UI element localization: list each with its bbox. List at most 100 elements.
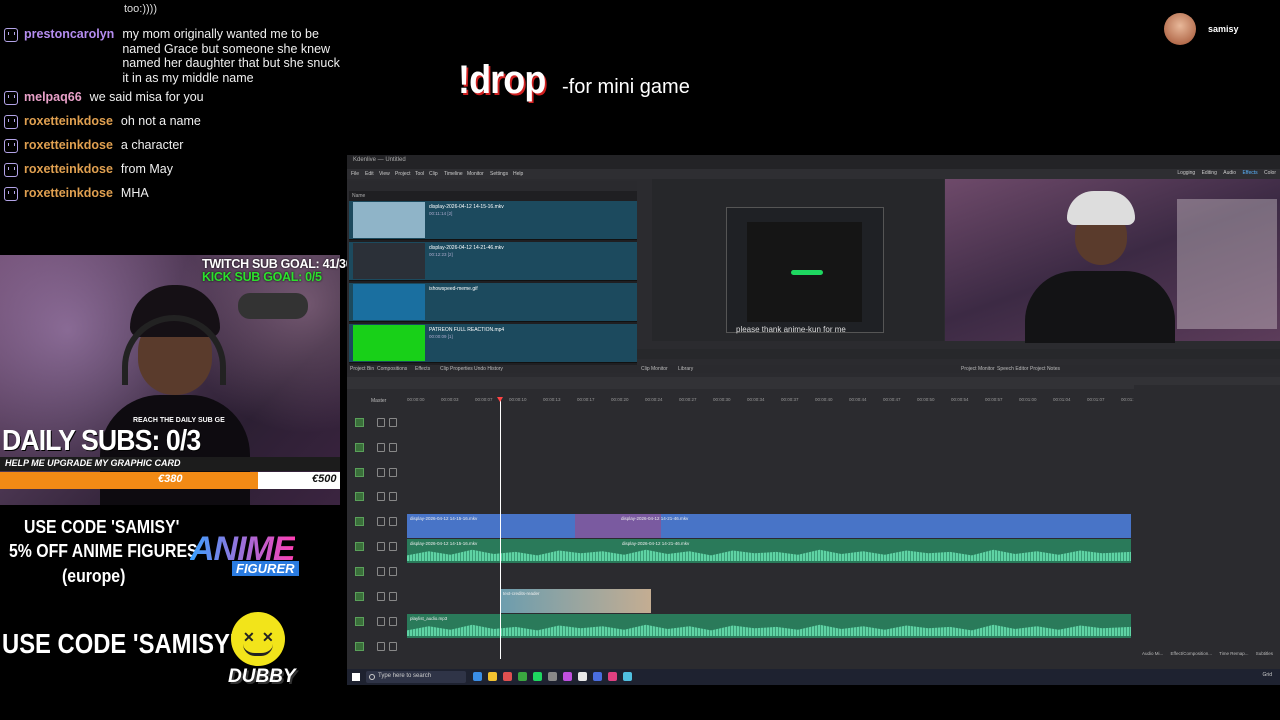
workspace-editing[interactable]: Editing: [1202, 170, 1217, 176]
tab-subtitles[interactable]: Subtitles: [1256, 651, 1273, 656]
monitor-transport-controls[interactable]: [637, 349, 1280, 359]
chat-message: roxetteinkdose a character: [4, 138, 342, 153]
menu-help[interactable]: Help: [513, 171, 523, 177]
monitor-preview: [726, 207, 884, 333]
workspace-audio[interactable]: Audio: [1223, 170, 1236, 176]
subscriber-badge-icon: [4, 91, 18, 105]
clip-thumbnail: [353, 284, 425, 320]
menu-settings[interactable]: Settings: [490, 171, 508, 177]
track-header[interactable]: [353, 513, 403, 531]
taskbar-app-icon[interactable]: [518, 672, 527, 681]
tab-compositions[interactable]: Compositions: [377, 366, 407, 372]
chat-username[interactable]: prestoncarolyn: [24, 27, 114, 85]
menu-project[interactable]: Project: [395, 171, 411, 177]
chat-username[interactable]: roxetteinkdose: [24, 114, 113, 129]
panel-tabs: Project Bin Compositions Effects Clip Pr…: [347, 365, 1280, 373]
track-header[interactable]: [353, 638, 403, 656]
ruler-tick-label: 00:00:03: [441, 397, 459, 402]
menu-timeline[interactable]: Timeline: [444, 171, 463, 177]
track-header[interactable]: [353, 588, 403, 606]
bin-column-header[interactable]: Name: [349, 193, 365, 199]
menu-monitor[interactable]: Monitor: [467, 171, 484, 177]
taskbar-app-icon[interactable]: [473, 672, 482, 681]
taskbar-search[interactable]: Type here to search: [366, 671, 466, 683]
subscriber-badge-icon: [4, 187, 18, 201]
tab-library[interactable]: Library: [678, 366, 693, 372]
upgrade-label: HELP ME UPGRADE MY GRAPHIC CARD: [5, 458, 181, 468]
chat-username[interactable]: roxetteinkdose: [24, 186, 113, 201]
system-tray[interactable]: Grid: [1263, 672, 1272, 678]
taskbar-app-icon[interactable]: [623, 672, 632, 681]
tab-effects[interactable]: Effects: [415, 366, 430, 372]
timeline-playhead[interactable]: [497, 397, 503, 659]
video-clip[interactable]: display-2026-04-12 14-21-46.mkv: [575, 514, 688, 538]
subscriber-badge-icon: [4, 163, 18, 177]
tab-audio-mixer[interactable]: Audio Mi...: [1142, 651, 1163, 656]
tab-speech-editor[interactable]: Speech Editor: [997, 366, 1028, 372]
track-header[interactable]: [353, 488, 403, 506]
track-header[interactable]: [353, 613, 403, 631]
taskbar-app-icon[interactable]: [563, 672, 572, 681]
menu-clip[interactable]: Clip: [429, 171, 438, 177]
ruler-tick-label: 00:00:07: [475, 397, 493, 402]
tab-effect-composition[interactable]: Effect/Composition...: [1171, 651, 1212, 656]
ruler-tick-label: 00:01:04: [1053, 397, 1071, 402]
ruler-tick-label: 00:00:34: [747, 397, 765, 402]
title-clip[interactable]: text-credits-reader: [500, 589, 651, 613]
taskbar-app-icon[interactable]: [548, 672, 557, 681]
taskbar-app-icon[interactable]: [488, 672, 497, 681]
ruler-tick-label: 00:00:20: [611, 397, 629, 402]
video-clip[interactable]: display-2026-04-12 14-15-16.mkv: [407, 514, 1131, 538]
bin-clip[interactable]: display-2026-04-12 14-21-46.mkv 00:12:23…: [349, 242, 637, 281]
menu-view[interactable]: View: [379, 171, 390, 177]
tab-project-monitor[interactable]: Project Monitor: [961, 366, 995, 372]
music-clip[interactable]: playlist_audio.mp3: [407, 614, 1131, 638]
workspace-effects[interactable]: Effects: [1242, 170, 1257, 176]
twitch-sub-goal: TWITCH SUB GOAL: 41/30: [202, 257, 353, 271]
tab-clip-properties[interactable]: Clip Properties: [440, 366, 473, 372]
audio-clip[interactable]: display-2026-04-12 14-21-46.mkv: [619, 539, 689, 563]
ruler-tick-label: 00:00:10: [509, 397, 527, 402]
timeline-ruler[interactable]: 00:00:00 00:00:03 00:00:07 00:00:10 00:00:13…: [407, 397, 1139, 406]
track-header[interactable]: [353, 439, 403, 457]
bin-clip[interactable]: display-2026-04-12 14-15-16.mkv 00:11:14…: [349, 201, 637, 240]
track-header[interactable]: [353, 538, 403, 556]
workspace-logging[interactable]: Logging: [1177, 170, 1195, 176]
taskbar-app-icon[interactable]: [578, 672, 587, 681]
menu-edit[interactable]: Edit: [365, 171, 374, 177]
tab-time-remap[interactable]: Time Remap...: [1219, 651, 1248, 656]
tab-undo-history[interactable]: Undo History: [474, 366, 503, 372]
audio-clip[interactable]: display-2026-04-12 14-15-16.mkv: [407, 539, 1131, 563]
clip-monitor[interactable]: please thank anime-kun for me: [652, 179, 944, 341]
tab-clip-monitor[interactable]: Clip Monitor: [641, 366, 668, 372]
effects-panel: [1134, 385, 1280, 665]
menu-tool[interactable]: Tool: [415, 171, 424, 177]
taskbar-app-icon[interactable]: [608, 672, 617, 681]
taskbar-app-icon[interactable]: [593, 672, 602, 681]
clip-title: display-2026-04-12 14-21-46.mkv: [622, 541, 690, 546]
taskbar-app-icon[interactable]: [533, 672, 542, 681]
window-titlebar[interactable]: Kdenlive — Untitled: [347, 155, 1280, 169]
ruler-tick-label: 00:00:40: [815, 397, 833, 402]
track-header[interactable]: [353, 563, 403, 581]
chat-username[interactable]: melpaq66: [24, 90, 82, 105]
bottom-panel-tabs: Audio Mi... Effect/Composition... Time R…: [1142, 651, 1279, 656]
bin-clip[interactable]: ishowspeed-meme.gif: [349, 283, 637, 322]
project-monitor[interactable]: [945, 179, 1280, 343]
chat-fragment: too:)))): [124, 3, 157, 15]
taskbar-app-icon[interactable]: [503, 672, 512, 681]
menu-file[interactable]: File: [351, 171, 359, 177]
ruler-tick-label: 00:00:27: [679, 397, 697, 402]
window-title: Kdenlive — Untitled: [353, 157, 406, 163]
tab-project-bin[interactable]: Project Bin: [350, 366, 374, 372]
chat-username[interactable]: roxetteinkdose: [24, 138, 113, 153]
chat-username[interactable]: roxetteinkdose: [24, 162, 113, 177]
clip-title: display-2026-04-12 14-15-16.mkv: [410, 516, 478, 521]
bin-clip[interactable]: PATREON FULL REACTION.mp4 00:00:09 [1]: [349, 324, 637, 363]
tab-project-notes[interactable]: Project Notes: [1030, 366, 1060, 372]
track-header[interactable]: [353, 464, 403, 482]
windows-start-icon[interactable]: [352, 673, 360, 681]
ruler-tick-label: 00:00:30: [713, 397, 731, 402]
workspace-color[interactable]: Color: [1264, 170, 1276, 176]
track-header[interactable]: [353, 414, 403, 432]
